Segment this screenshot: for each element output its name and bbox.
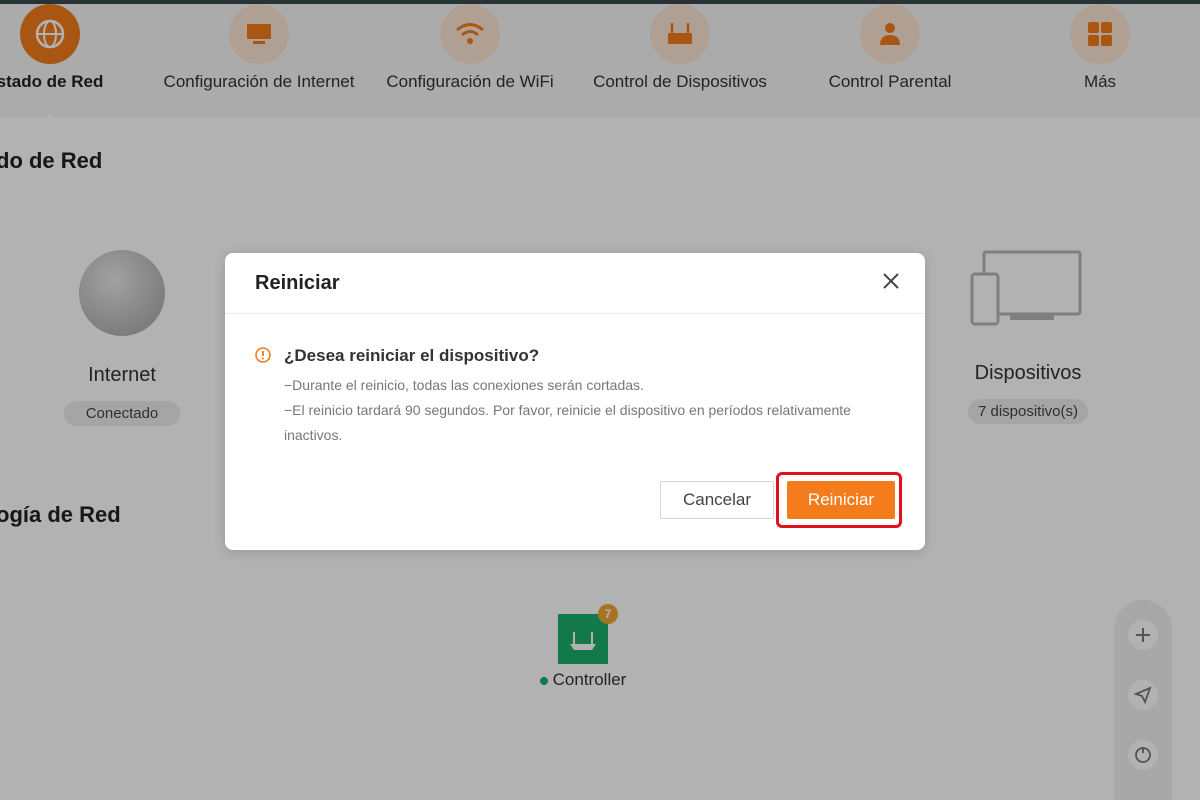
dialog-title: Reiniciar [255,272,340,294]
dialog-line-2: −El reinicio tardará 90 segundos. Por fa… [284,402,851,418]
close-icon[interactable] [879,269,903,293]
dialog-question: ¿Desea reiniciar el dispositivo? [284,346,540,365]
warning-icon [255,347,271,363]
dialog-line-1: −Durante el reinicio, todas las conexion… [284,377,644,393]
router-admin-page: stado de Red Configuración de Internet C… [0,0,1200,800]
dialog-line-3: inactivos. [284,427,343,443]
cancel-button[interactable]: Cancelar [660,481,774,519]
reboot-button[interactable]: Reiniciar [787,481,895,519]
reboot-dialog: Reiniciar ¿Desea reiniciar el dispositiv… [225,253,925,550]
dialog-header: Reiniciar [225,253,925,314]
